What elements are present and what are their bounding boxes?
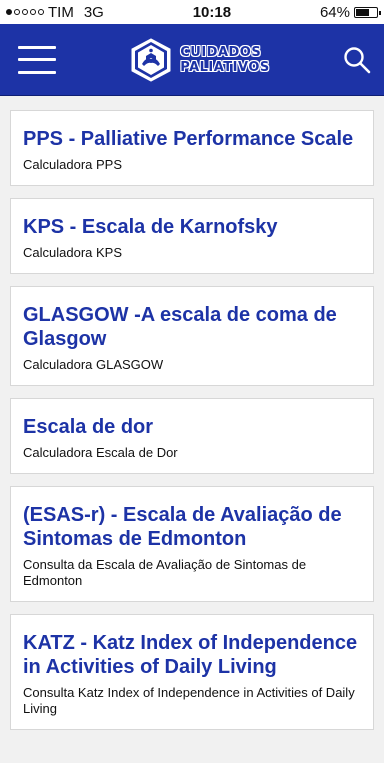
list-item-title: Escala de dor	[23, 416, 154, 438]
calculator-list: PPS - Palliative Performance Scale Calcu…	[0, 96, 384, 730]
list-item-subtitle: Consulta Katz Index of Independence in A…	[23, 685, 355, 716]
signal-strength-icon	[6, 9, 44, 15]
list-item-title: KATZ - Katz Index of Independence in Act…	[23, 632, 358, 678]
search-icon[interactable]	[342, 45, 372, 75]
app-header: CUIDADOS PALIATIVOS	[0, 24, 384, 96]
list-item-esas[interactable]: (ESAS-r) - Escala de Avaliação de Sintom…	[10, 486, 374, 602]
battery-icon	[354, 6, 381, 18]
list-item-title: PPS - Palliative Performance Scale	[23, 128, 354, 150]
list-item-title: (ESAS-r) - Escala de Avaliação de Sintom…	[23, 504, 342, 550]
status-bar: TIM 3G 10:18 64%	[0, 0, 384, 24]
logo-hexagon-icon	[131, 37, 171, 82]
logo-text: CUIDADOS PALIATIVOS	[180, 45, 270, 75]
list-item-subtitle: Calculadora PPS	[23, 157, 122, 172]
logo-line-2: PALIATIVOS	[180, 59, 270, 75]
list-item-title: GLASGOW -A escala de coma de Glasgow	[23, 304, 337, 350]
battery-percent: 64%	[319, 3, 350, 21]
app-logo: CUIDADOS PALIATIVOS	[128, 37, 270, 83]
network-type: 3G	[83, 3, 104, 21]
list-item-subtitle: Calculadora KPS	[23, 245, 122, 260]
list-item-subtitle: Calculadora Escala de Dor	[23, 445, 178, 460]
status-bar-left: TIM 3G	[6, 4, 104, 21]
list-item-kps[interactable]: KPS - Escala de Karnofsky Calculadora KP…	[10, 198, 374, 274]
carrier-name: TIM	[48, 3, 74, 21]
app-screen: TIM 3G 10:18 64% CUIDADOS PALIATIVOS PPS…	[0, 0, 384, 763]
hamburger-menu-icon[interactable]	[18, 45, 56, 74]
list-item-pain-scale[interactable]: Escala de dor Calculadora Escala de Dor	[10, 398, 374, 474]
status-time: 10:18	[192, 3, 232, 21]
list-item-title: KPS - Escala de Karnofsky	[23, 216, 278, 238]
list-item-glasgow[interactable]: GLASGOW -A escala de coma de Glasgow Cal…	[10, 286, 374, 386]
logo-line-1: CUIDADOS	[180, 44, 262, 60]
list-item-pps[interactable]: PPS - Palliative Performance Scale Calcu…	[10, 110, 374, 186]
list-item-subtitle: Calculadora GLASGOW	[23, 357, 164, 372]
status-bar-right: 64%	[319, 3, 381, 21]
list-item-subtitle: Consulta da Escala de Avaliação de Sinto…	[23, 557, 307, 588]
list-item-katz[interactable]: KATZ - Katz Index of Independence in Act…	[10, 614, 374, 730]
